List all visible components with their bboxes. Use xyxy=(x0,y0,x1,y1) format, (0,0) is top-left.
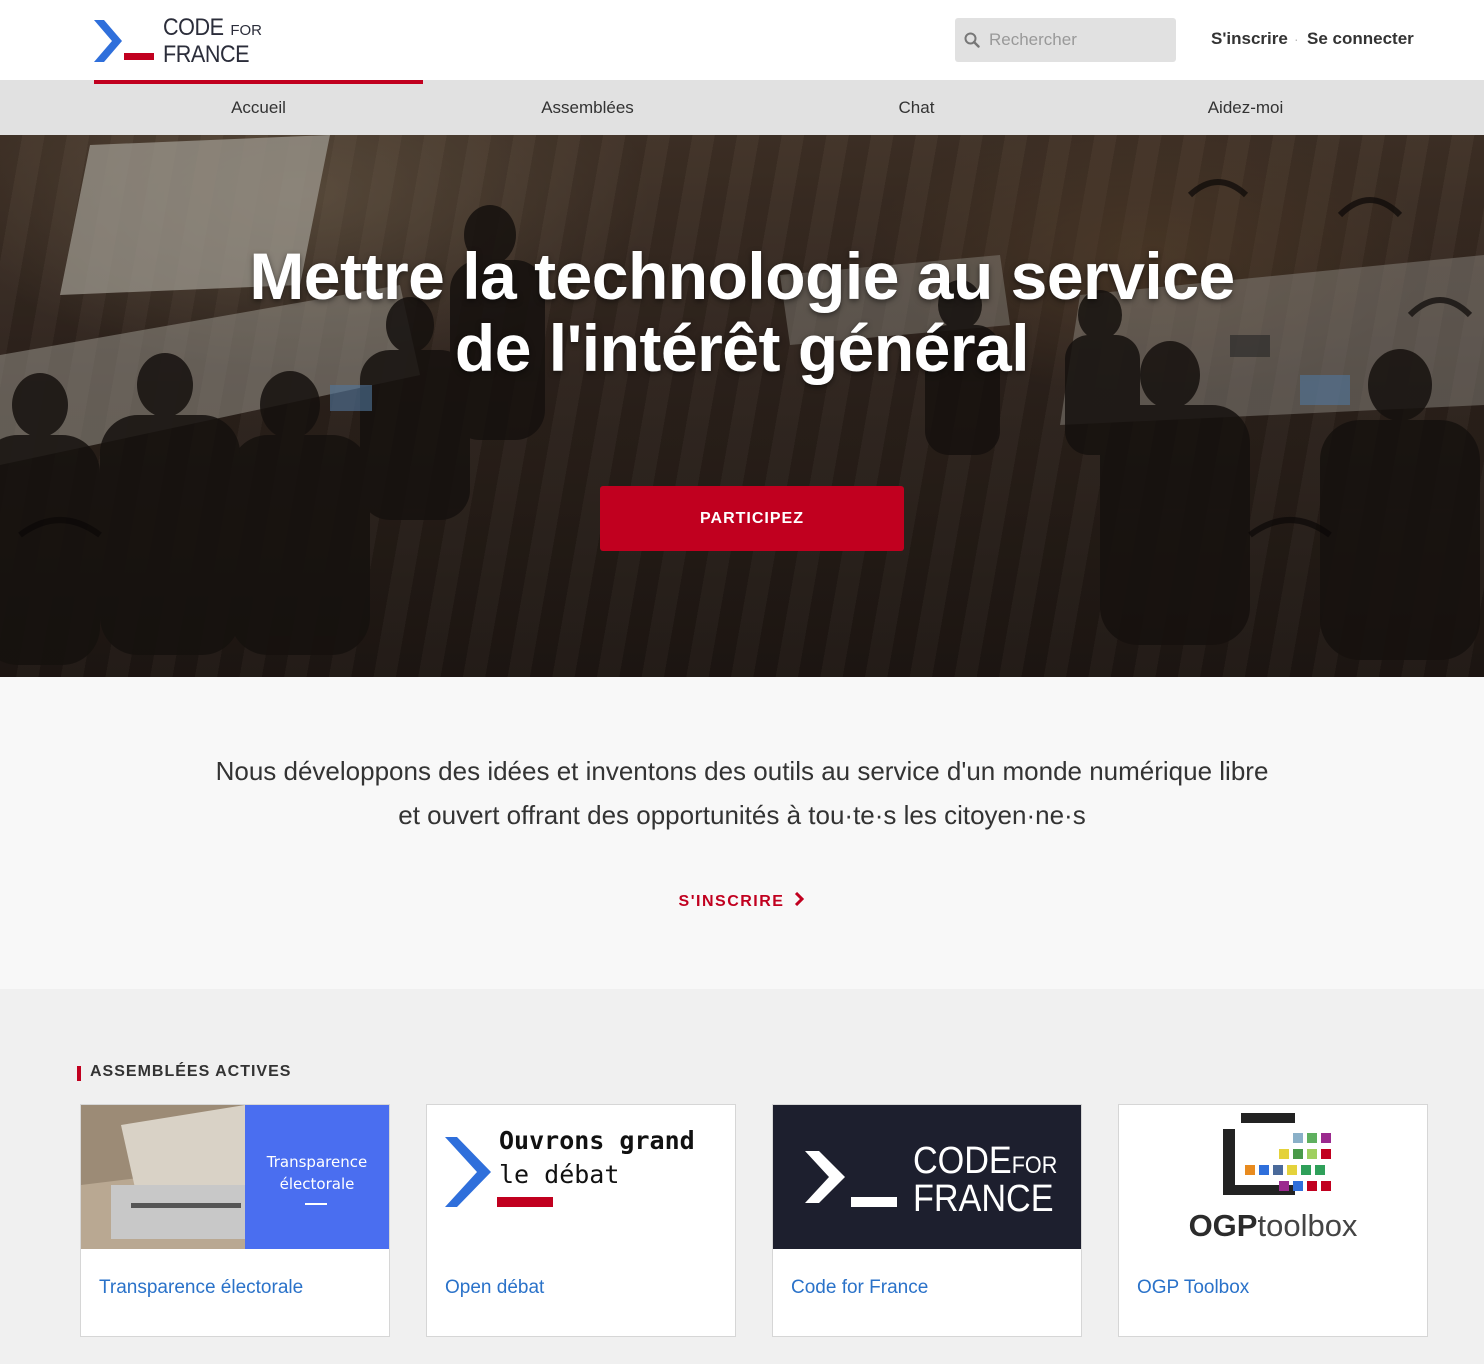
card2-image-text-line1: Ouvrons grand xyxy=(499,1126,695,1155)
svg-text:OGPtoolbox: OGPtoolbox xyxy=(1189,1208,1358,1243)
assembly-card-title[interactable]: Code for France xyxy=(791,1277,928,1299)
chevron-right-icon xyxy=(795,892,805,906)
card4-image-text-toolbox: toolbox xyxy=(1257,1208,1357,1243)
active-assemblies-section: ASSEMBLÉES ACTIVES Transparence électora… xyxy=(0,989,1484,1364)
nav-item-assemblees[interactable]: Assemblées xyxy=(423,80,752,135)
code-for-france-card-logo: CODEFOR FRANCE xyxy=(773,1105,1081,1249)
search-box[interactable] xyxy=(955,18,1176,62)
participate-button[interactable]: PARTICIPEZ xyxy=(600,486,904,551)
intro-text-line2: et ouvert offrant des opportunités à tou… xyxy=(398,800,1086,830)
hero-title-line1: Mettre la technologie au service xyxy=(249,239,1235,313)
search-icon[interactable] xyxy=(964,32,980,48)
card4-image-text-ogp: OGP xyxy=(1189,1208,1258,1243)
assembly-card-code-for-france[interactable]: CODEFOR FRANCE Code for France xyxy=(772,1104,1082,1337)
intro-section: Nous développons des idées et inventons … xyxy=(0,677,1484,989)
hero-title-line2: de l'intérêt général xyxy=(454,311,1030,385)
nav-item-chat[interactable]: Chat xyxy=(752,80,1081,135)
signup-link[interactable]: S'inscrire xyxy=(1211,29,1288,49)
signup-cta-link[interactable]: S'INSCRIRE xyxy=(0,892,1484,911)
chevron-logo-icon xyxy=(94,20,122,62)
ogp-toolbox-logo: OGPtoolbox xyxy=(1119,1105,1427,1249)
card-image-transparence: Transparence électorale xyxy=(81,1105,389,1249)
signup-cta-label: S'INSCRIRE xyxy=(678,893,785,910)
login-link[interactable]: Se connecter xyxy=(1307,29,1414,49)
ballot-box-photo: Transparence électorale xyxy=(81,1105,389,1249)
assembly-card-title[interactable]: OGP Toolbox xyxy=(1137,1277,1249,1299)
intro-text-line1: Nous développons des idées et inventons … xyxy=(215,756,1269,786)
logo-france-text: FRANCE xyxy=(163,41,250,68)
card3-image-text-france: FRANCE xyxy=(913,1176,1054,1219)
main-nav: Accueil Assemblées Chat Aidez-moi xyxy=(0,80,1484,135)
intro-text: Nous développons des idées et inventons … xyxy=(0,749,1484,837)
card3-image-text-code: CODE xyxy=(913,1138,1012,1181)
nav-item-accueil[interactable]: Accueil xyxy=(94,80,423,135)
assembly-card-transparence[interactable]: Transparence électorale Transparence éle… xyxy=(80,1104,390,1337)
hero-title: Mettre la technologie au service de l'in… xyxy=(0,240,1484,384)
assembly-card-title[interactable]: Open débat xyxy=(445,1277,544,1299)
section-heading: ASSEMBLÉES ACTIVES xyxy=(77,1063,291,1081)
assembly-card-ogp-toolbox[interactable]: OGPtoolbox OGP Toolbox xyxy=(1118,1104,1428,1337)
card-image-open-debat: Ouvrons grand le débat xyxy=(427,1105,735,1249)
nav-item-aidez-moi[interactable]: Aidez-moi xyxy=(1081,80,1410,135)
assembly-card-title[interactable]: Transparence électorale xyxy=(99,1277,303,1299)
logo-for-text: FOR xyxy=(230,22,263,39)
logo-wordmark: CODE FOR FRANCE xyxy=(163,16,262,70)
card1-image-text-line1: Transparence xyxy=(266,1153,367,1171)
open-debat-logo: Ouvrons grand le débat xyxy=(427,1105,735,1249)
auth-separator: · xyxy=(1294,31,1299,47)
assembly-card-open-debat[interactable]: Ouvrons grand le débat Open débat xyxy=(426,1104,736,1337)
card1-image-text-line2: électorale xyxy=(280,1175,355,1193)
logo-underscore xyxy=(124,53,154,60)
site-header: CODE FOR FRANCE S'inscrire · Se connecter xyxy=(0,0,1484,80)
hero-banner: Mettre la technologie au service de l'in… xyxy=(0,135,1484,677)
search-input[interactable] xyxy=(989,18,1169,62)
card2-image-text-line2: le débat xyxy=(499,1160,619,1189)
logo-code-text: CODE xyxy=(163,14,224,41)
code-for-france-logo[interactable]: CODE FOR FRANCE xyxy=(94,16,264,67)
card-image-code-for-france: CODEFOR FRANCE xyxy=(773,1105,1081,1249)
card-image-ogp-toolbox: OGPtoolbox xyxy=(1119,1105,1427,1249)
card3-image-text-for: FOR xyxy=(1012,1151,1058,1178)
hero-overlay xyxy=(0,135,1484,677)
